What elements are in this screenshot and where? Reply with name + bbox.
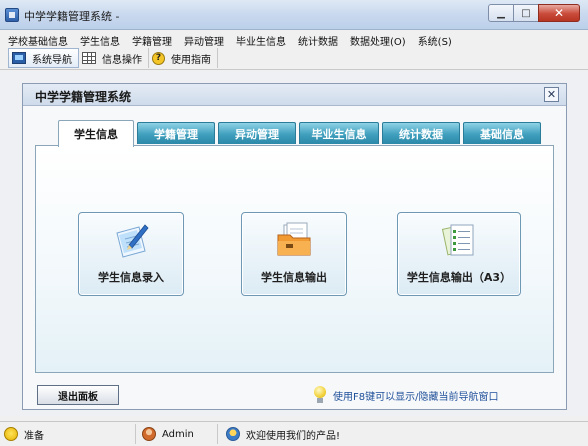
info-operation-label: 信息操作 xyxy=(102,54,142,66)
student-info-entry-label: 学生信息录入 xyxy=(98,271,164,284)
navigation-panel: 中学学籍管理系统 ✕ 学生信息 学籍管理 异动管理 毕业生信息 统计数据 基础信… xyxy=(22,83,567,410)
monitor-icon xyxy=(12,52,26,64)
folder-icon xyxy=(277,222,311,256)
student-info-output-a3-button[interactable]: 学生信息输出（A3） xyxy=(397,212,521,296)
panel-title: 中学学籍管理系统 xyxy=(35,90,132,104)
menu-enrollment-management[interactable]: 学籍管理 xyxy=(130,30,177,48)
student-info-output-button[interactable]: 学生信息输出 xyxy=(241,212,347,296)
checklist-icon xyxy=(441,224,474,256)
status-welcome: 欢迎使用我们的产品! xyxy=(222,424,588,444)
minimize-button[interactable]: ▁ xyxy=(488,4,514,22)
info-operation-button[interactable]: 信息操作 xyxy=(79,48,149,68)
menu-system[interactable]: 系统(S) xyxy=(416,30,457,48)
tab-basic-info[interactable]: 基础信息 xyxy=(463,122,541,144)
lightbulb-icon xyxy=(313,386,327,404)
smiley-icon xyxy=(4,427,18,441)
help-icon: ? xyxy=(152,51,165,65)
panel-header: 中学学籍管理系统 ✕ xyxy=(23,84,566,106)
status-bar: 准备 Admin 欢迎使用我们的产品! xyxy=(0,421,588,446)
tab-statistics[interactable]: 统计数据 xyxy=(382,122,460,144)
f8-hint: 使用F8键可以显示/隐藏当前导航窗口 xyxy=(313,386,498,404)
users-icon xyxy=(226,427,240,441)
tab-strip: 学生信息 学籍管理 异动管理 毕业生信息 统计数据 基础信息 xyxy=(58,120,544,147)
window-controls: ▁ □ ✕ xyxy=(488,4,580,22)
status-text: 准备 xyxy=(24,430,44,442)
status-user-name: Admin xyxy=(162,428,194,440)
maximize-button[interactable]: □ xyxy=(513,4,539,22)
workspace: 中学学籍管理系统 ✕ 学生信息 学籍管理 异动管理 毕业生信息 统计数据 基础信… xyxy=(0,71,588,416)
pen-paper-icon xyxy=(116,224,149,258)
menu-transfer-management[interactable]: 异动管理 xyxy=(182,30,229,48)
user-guide-button[interactable]: ? 使用指南 xyxy=(149,48,218,68)
menu-graduate-info[interactable]: 毕业生信息 xyxy=(234,30,291,48)
menu-school-basic-info[interactable]: 学校基础信息 xyxy=(6,30,73,48)
f8-hint-text: 使用F8键可以显示/隐藏当前导航窗口 xyxy=(333,391,499,403)
system-navigation-button[interactable]: 系统导航 xyxy=(8,48,79,68)
close-button[interactable]: ✕ xyxy=(538,4,580,22)
user-guide-label: 使用指南 xyxy=(171,54,211,66)
status-welcome-text: 欢迎使用我们的产品! xyxy=(246,430,341,442)
tab-student-info[interactable]: 学生信息 xyxy=(58,120,134,147)
window-title: 中学学籍管理系统 - xyxy=(24,10,120,23)
menu-data-processing[interactable]: 数据处理(O) xyxy=(348,30,411,48)
app-icon xyxy=(5,8,19,22)
menu-statistics[interactable]: 统计数据 xyxy=(296,30,343,48)
panel-close-icon[interactable]: ✕ xyxy=(544,87,559,102)
student-info-output-label: 学生信息输出 xyxy=(261,271,327,284)
tab-transfer-management[interactable]: 异动管理 xyxy=(218,122,296,144)
toolbar: 系统导航 信息操作 ? 使用指南 xyxy=(0,48,588,70)
tab-enrollment-management[interactable]: 学籍管理 xyxy=(137,122,215,144)
menu-bar: 学校基础信息 学生信息 学籍管理 异动管理 毕业生信息 统计数据 数据处理(O)… xyxy=(0,30,588,48)
grid-icon xyxy=(82,52,96,64)
exit-panel-button[interactable]: 退出面板 xyxy=(37,385,119,405)
status-ready: 准备 xyxy=(0,424,136,444)
menu-student-info[interactable]: 学生信息 xyxy=(78,30,125,48)
student-info-entry-button[interactable]: 学生信息录入 xyxy=(78,212,184,296)
window-title-bar: 中学学籍管理系统 - ▁ □ ✕ xyxy=(0,0,588,30)
tab-graduate-info[interactable]: 毕业生信息 xyxy=(299,122,379,144)
student-info-output-a3-label: 学生信息输出（A3） xyxy=(406,271,512,284)
system-navigation-label: 系统导航 xyxy=(32,54,72,66)
user-icon xyxy=(142,427,156,441)
status-user: Admin xyxy=(138,424,218,444)
tab-content: 学生信息录入 学生信息输出 学生信息输出（A3） xyxy=(35,145,554,373)
